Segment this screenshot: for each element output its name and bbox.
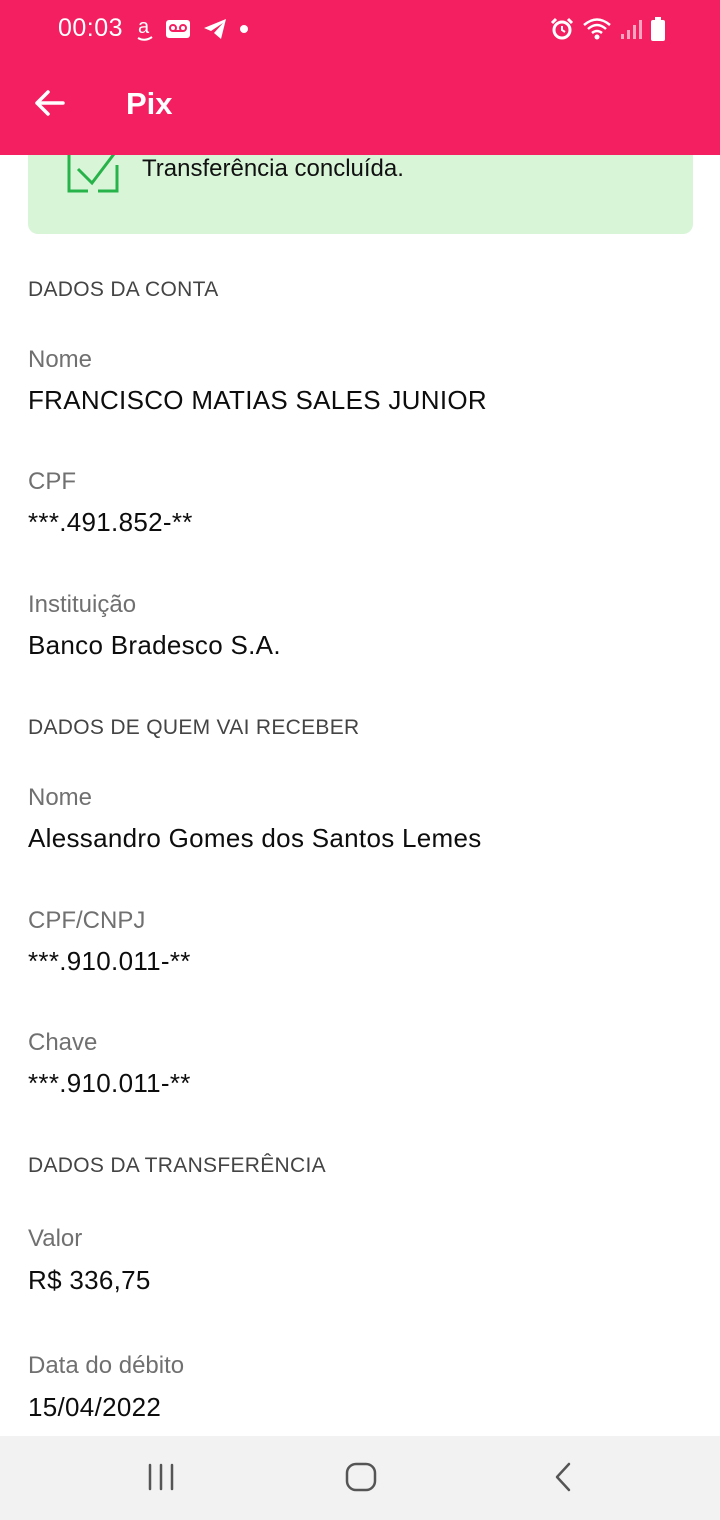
recent-apps-icon — [146, 1463, 176, 1496]
signal-icon — [620, 18, 642, 40]
conta-nome-value: FRANCISCO MATIAS SALES JUNIOR — [28, 385, 487, 415]
svg-text:a: a — [138, 16, 150, 38]
recebedor-cpf-cnpj-value: ***.910.011-** — [28, 946, 191, 976]
arrow-left-icon — [33, 89, 65, 122]
app-bar: Pix — [0, 58, 720, 155]
system-nav-bar — [0, 1436, 720, 1520]
dot-icon — [239, 24, 249, 34]
transferencia-valor-value: R$ 336,75 — [28, 1265, 151, 1295]
recebedor-nome-label: Nome — [28, 784, 93, 811]
section-title-conta: DADOS DA CONTA — [28, 278, 219, 301]
screen: Transferência concluída. 00:03 a Pix DAD… — [0, 0, 720, 1520]
conta-cpf-label: CPF — [28, 468, 76, 495]
status-bar: 00:03 a — [0, 0, 720, 58]
status-left-icons: a — [137, 14, 249, 44]
transferencia-data-value: 15/04/2022 — [28, 1392, 162, 1422]
section-title-transferencia: DADOS DA TRANSFERÊNCIA — [28, 1154, 326, 1177]
recebedor-nome-value: Alessandro Gomes dos Santos Lemes — [28, 823, 482, 853]
transferencia-data-label: Data do débito — [28, 1352, 185, 1379]
status-time: 00:03 — [58, 14, 124, 42]
conta-nome-label: Nome — [28, 346, 93, 373]
battery-icon — [650, 16, 666, 42]
home-icon — [345, 1462, 377, 1497]
conta-instituicao-label: Instituição — [28, 591, 137, 618]
top-header: 00:03 a Pix — [0, 0, 720, 155]
recebedor-chave-label: Chave — [28, 1029, 98, 1056]
conta-cpf-value: ***.491.852-** — [28, 507, 193, 537]
banner-message: Transferência concluída. — [142, 155, 404, 182]
transferencia-valor-label: Valor — [28, 1225, 83, 1252]
recebedor-cpf-cnpj-label: CPF/CNPJ — [28, 907, 146, 934]
voicemail-icon — [165, 18, 191, 40]
back-button[interactable] — [26, 82, 72, 128]
recebedor-chave-value: ***.910.011-** — [28, 1068, 191, 1098]
telegram-icon — [203, 18, 227, 40]
home-button[interactable] — [336, 1456, 386, 1502]
section-title-recebedor: DADOS DE QUEM VAI RECEBER — [28, 716, 360, 739]
back-icon — [552, 1462, 574, 1497]
conta-instituicao-value: Banco Bradesco S.A. — [28, 630, 281, 660]
recent-apps-button[interactable] — [136, 1456, 186, 1502]
page-title: Pix — [126, 86, 173, 121]
nav-back-button[interactable] — [538, 1456, 588, 1502]
wifi-icon — [582, 17, 612, 41]
status-right-icons — [550, 14, 666, 44]
alarm-icon — [550, 17, 574, 41]
amazon-icon: a — [137, 16, 153, 42]
